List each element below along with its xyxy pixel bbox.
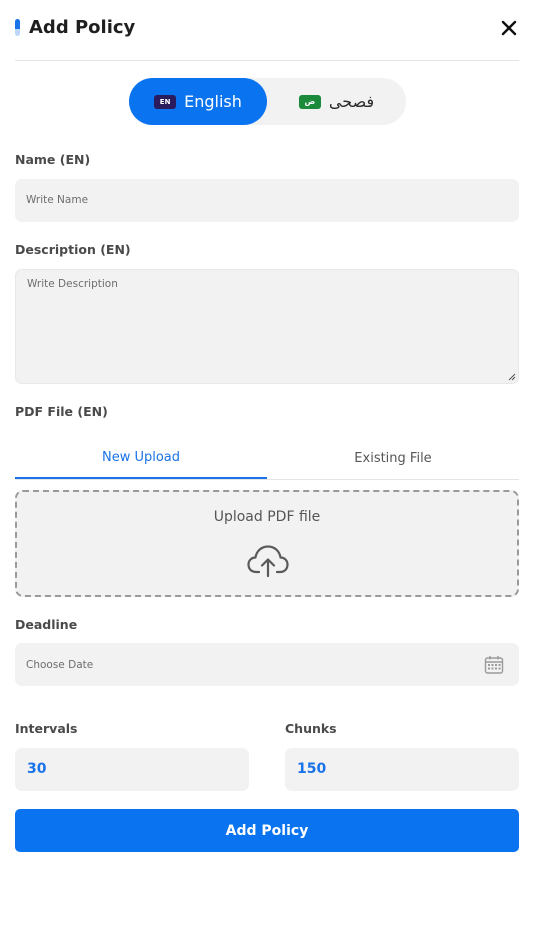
name-label: Name (EN) [15, 152, 91, 167]
chunks-label: Chunks [285, 721, 337, 736]
intervals-input[interactable]: 30 [15, 748, 249, 791]
pdf-file-label: PDF File (EN) [15, 404, 108, 419]
description-placeholder: Write Description [27, 278, 118, 290]
upload-pdf-label: Upload PDF file [213, 509, 321, 525]
en-flag-icon: EN [154, 94, 177, 109]
language-english-label: English [184, 92, 242, 111]
deadline-date-input[interactable]: Choose Date [15, 643, 519, 686]
title-accent [15, 19, 20, 36]
page-title: Add Policy [29, 17, 136, 38]
add-policy-button[interactable]: Add Policy [15, 809, 519, 852]
name-input[interactable]: Write Name [15, 179, 519, 222]
close-icon[interactable] [499, 18, 519, 38]
arabic-flag-icon: ض [298, 94, 321, 109]
description-textarea[interactable]: Write Description [15, 269, 519, 384]
language-arabic-label: فصحى [328, 92, 375, 111]
calendar-icon[interactable] [484, 655, 504, 675]
modal-header: Add Policy [15, 0, 519, 61]
description-label: Description (EN) [15, 242, 131, 257]
tab-existing-file[interactable]: Existing File [267, 438, 519, 478]
tab-new-upload[interactable]: New Upload [15, 438, 267, 479]
deadline-label: Deadline [15, 617, 78, 632]
intervals-label: Intervals [15, 721, 78, 736]
language-option-arabic[interactable]: ض فصحى [267, 78, 406, 125]
chunks-input[interactable]: 150 [285, 748, 519, 791]
name-placeholder: Write Name [26, 194, 89, 206]
resize-handle-icon[interactable] [508, 373, 516, 381]
language-toggle: EN English ض فصحى [129, 78, 406, 125]
pdf-upload-dropzone[interactable]: Upload PDF file [15, 490, 519, 597]
deadline-placeholder: Choose Date [26, 659, 94, 671]
chunks-value: 150 [297, 761, 327, 777]
cloud-upload-icon [247, 545, 289, 578]
pdf-tabs: New Upload Existing File [15, 438, 519, 480]
language-option-english[interactable]: EN English [129, 78, 267, 125]
intervals-value: 30 [27, 761, 47, 777]
